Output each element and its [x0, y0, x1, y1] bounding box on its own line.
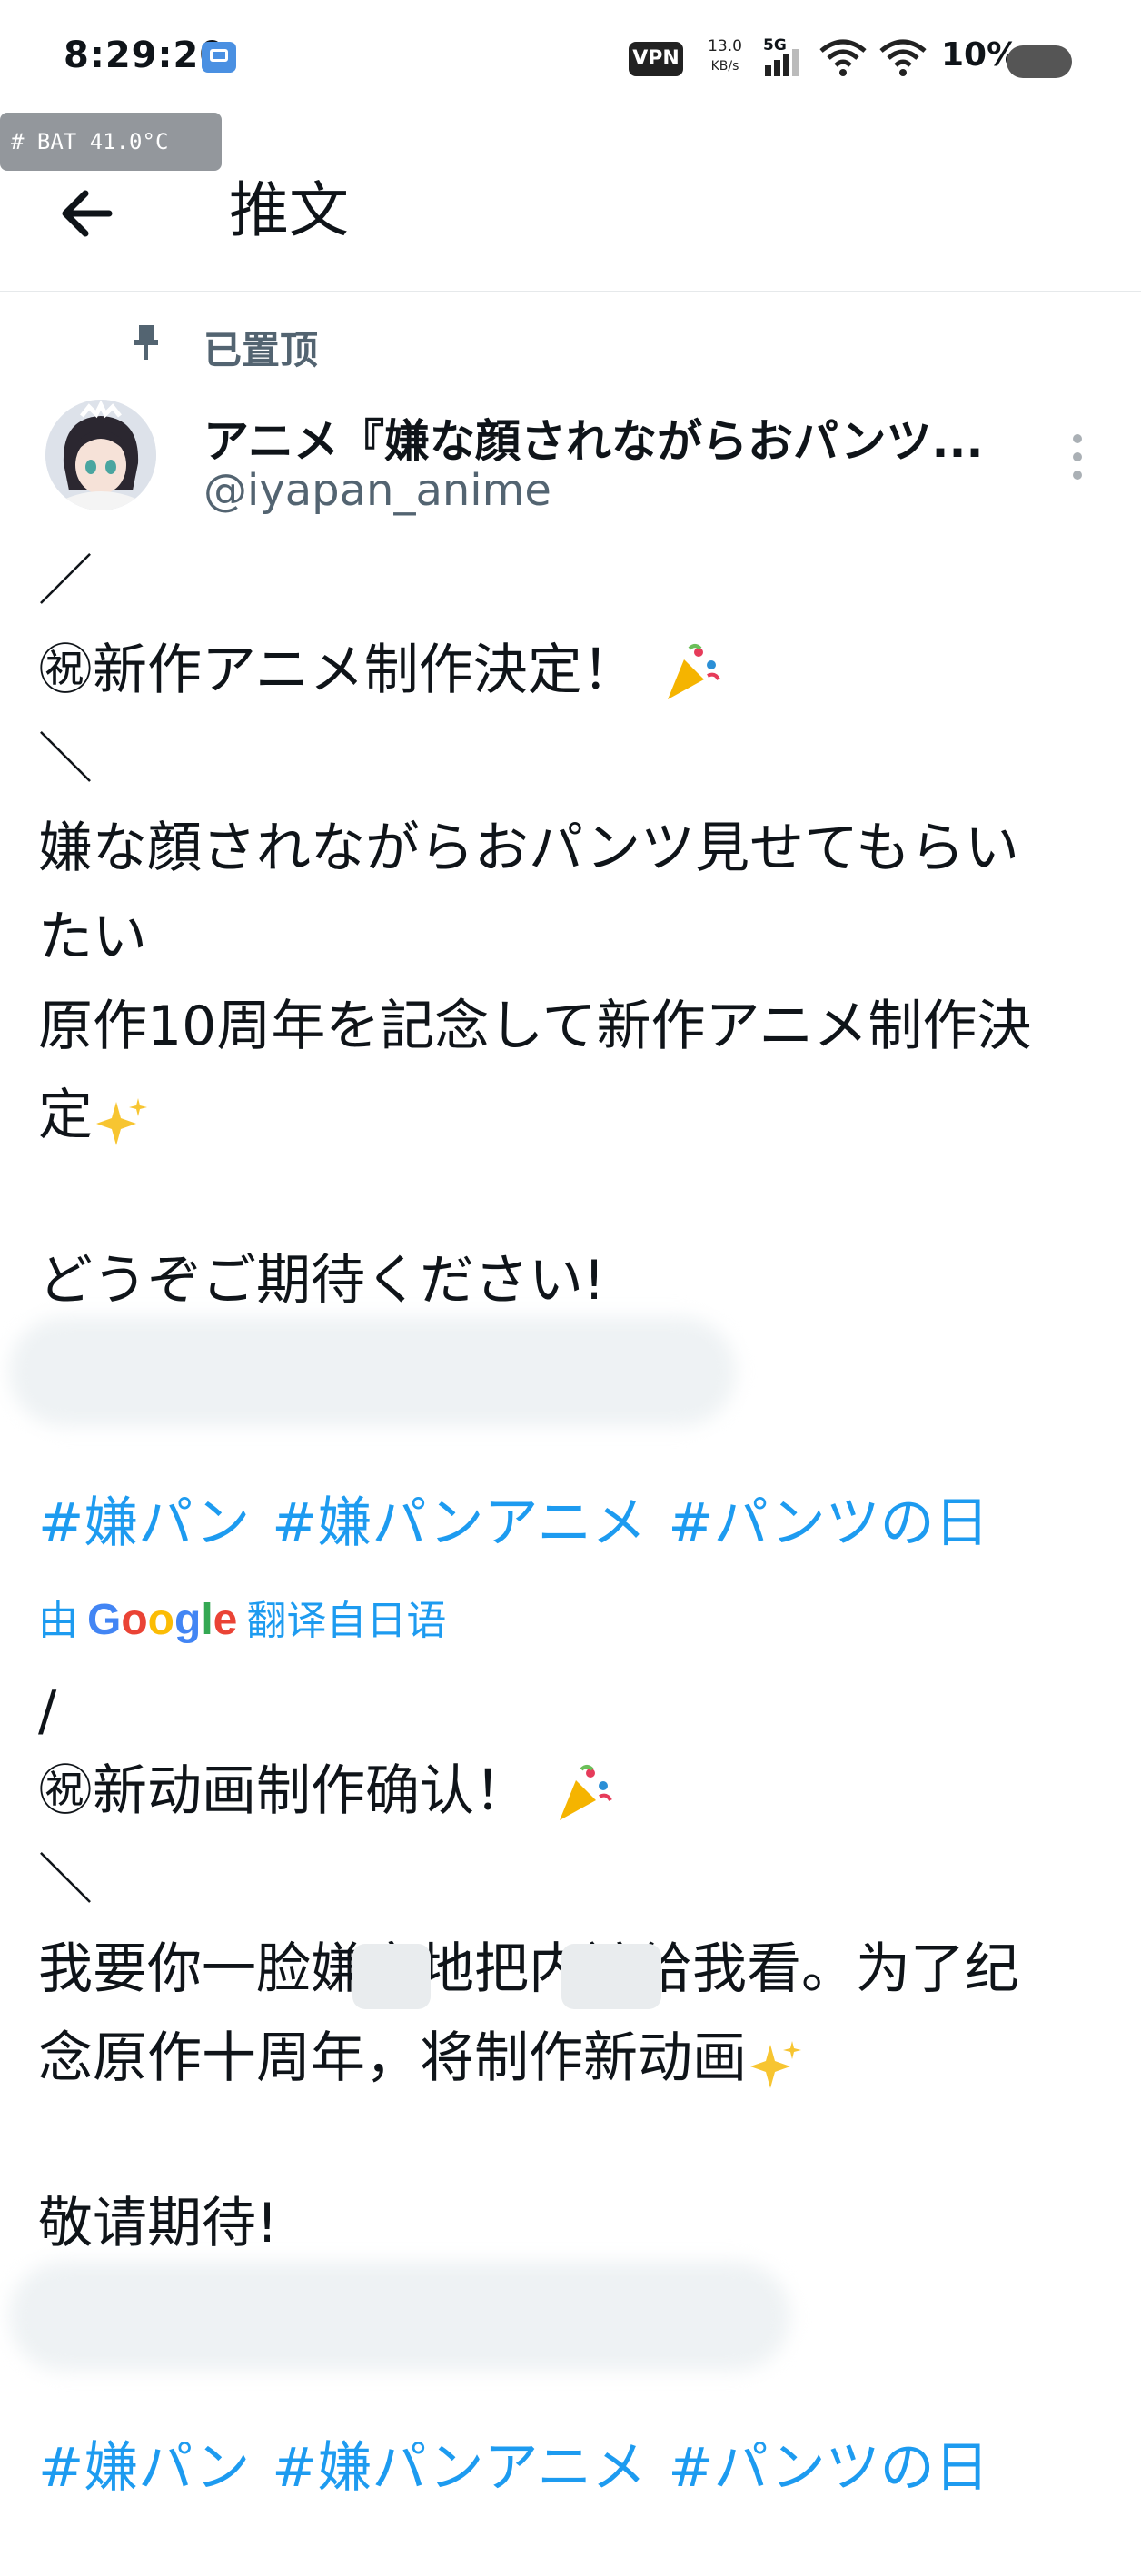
google-logo: Google	[87, 1596, 238, 1644]
cellular-signal-icon: 5G	[761, 36, 812, 80]
avatar[interactable]	[45, 400, 156, 510]
network-speed-unit: KB/s	[710, 59, 739, 74]
wifi-icon	[818, 36, 868, 80]
display-name[interactable]: アニメ『嫌な顔されながらおパンツ...	[203, 405, 1012, 471]
page-title: 推文	[229, 175, 349, 245]
hashtag-link[interactable]: #嫌パンアニメ	[272, 1491, 646, 1555]
tweet-line: たい	[38, 906, 147, 969]
redacted-content	[9, 1317, 736, 1426]
back-arrow-icon[interactable]	[56, 182, 120, 245]
hashtag-link[interactable]: #嫌パン	[38, 1491, 250, 1555]
translated-line: ＼	[38, 1848, 93, 1912]
more-options-icon[interactable]	[1068, 434, 1086, 480]
wifi-icon	[878, 36, 928, 80]
hashtag-row: #嫌パン #嫌パンアニメ #パンツの日	[38, 1479, 1011, 1558]
hashtag-link[interactable]: #嫌パンアニメ	[272, 2436, 646, 2500]
redacted-word	[352, 1944, 431, 2009]
network-speed-value: 13.0	[708, 37, 742, 55]
redacted-content	[9, 2262, 790, 2371]
tweet-line: 原作10周年を記念して新作アニメ制作決	[38, 995, 1032, 1058]
translated-line: /	[38, 1679, 57, 1743]
tweet-line: ／	[38, 550, 93, 613]
tweet-line: ㊗新作アニメ制作決定！	[38, 625, 722, 716]
sparkles-icon	[93, 1089, 151, 1147]
party-popper-icon	[659, 641, 722, 705]
hashtag-link[interactable]: #嫌パン	[38, 2436, 250, 2500]
translation-attribution[interactable]: 由 Google 翻译自日语	[38, 1588, 446, 1646]
pin-icon	[133, 325, 160, 362]
sparkles-icon	[747, 2032, 805, 2090]
translated-line: 念原作十周年，将制作新动画	[38, 2013, 805, 2104]
hashtag-row: #嫌パン #嫌パンアニメ #パンツの日	[38, 2423, 1011, 2502]
vpn-badge: VPN	[629, 42, 683, 76]
tweet-line: 定	[38, 1070, 151, 1161]
tweet-line: ＼	[38, 728, 93, 791]
user-handle[interactable]: @iyapan_anime	[203, 465, 551, 516]
pinned-label: 已置顶	[203, 328, 319, 372]
tweet-line: 嫌な顔されながらおパンツ見せてもらい	[38, 817, 1019, 880]
app-header: 推文	[0, 118, 1141, 292]
cloud-icon	[1007, 45, 1072, 78]
hashtag-link[interactable]: #パンツの日	[668, 2436, 988, 2500]
translated-line: 我要你一脸嫌弃地把内裤给我看。为了纪	[38, 1937, 1019, 2001]
hashtag-link[interactable]: #パンツの日	[668, 1491, 988, 1555]
screen-cast-icon	[202, 42, 236, 73]
tweet-line: どうぞご期待ください!	[38, 1249, 606, 1313]
party-popper-icon	[551, 1762, 614, 1826]
redacted-word	[561, 1944, 661, 2009]
status-bar: 8:29:20 VPN 13.0 KB/s 5G 10%	[0, 0, 1141, 118]
translated-line: 敬请期待!	[38, 2192, 279, 2255]
network-type: 5G	[763, 36, 787, 54]
translated-line: ㊗新动画制作确认！	[38, 1746, 614, 1837]
network-speed: 13.0 KB/s	[699, 36, 750, 76]
